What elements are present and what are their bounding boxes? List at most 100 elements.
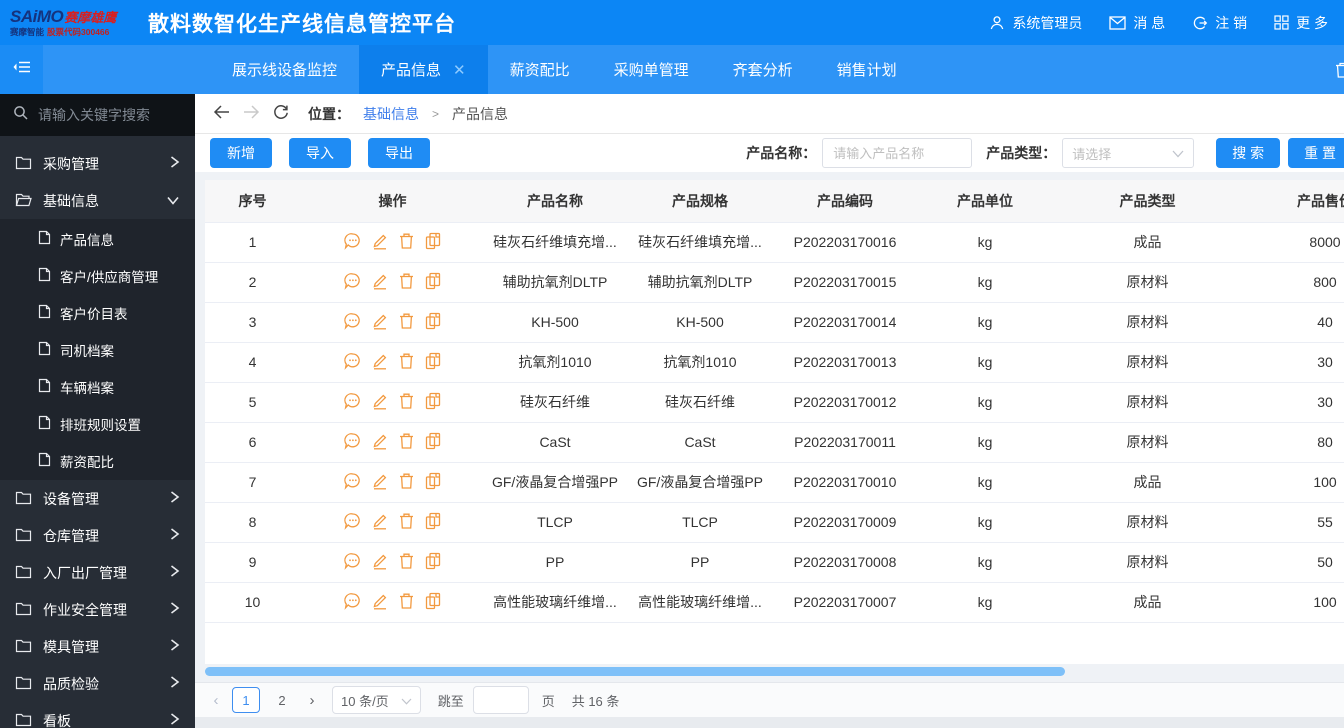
tab[interactable]: 展示线设备监控 <box>210 45 359 94</box>
edit-icon[interactable] <box>371 432 389 450</box>
prev-page-icon[interactable]: ‹ <box>209 692 223 709</box>
more-button[interactable]: 更 多 <box>1274 13 1328 33</box>
comment-icon[interactable] <box>343 312 362 330</box>
page-size-select[interactable]: 10 条/页 <box>332 686 421 714</box>
delete-icon[interactable] <box>398 392 415 410</box>
copy-icon[interactable] <box>424 312 442 330</box>
delete-icon[interactable] <box>398 272 415 290</box>
product-name-input[interactable] <box>822 138 972 168</box>
close-all-tabs-icon[interactable] <box>1334 61 1344 84</box>
chevron-right-icon <box>169 527 180 544</box>
delete-icon[interactable] <box>398 312 415 330</box>
edit-icon[interactable] <box>371 512 389 530</box>
comment-icon[interactable] <box>343 592 362 610</box>
delete-icon[interactable] <box>398 472 415 490</box>
breadcrumb-parent-link[interactable]: 基础信息 <box>363 104 419 124</box>
tab[interactable]: 产品信息 ✕ <box>359 45 488 94</box>
cell-product-spec: KH-500 <box>625 302 775 342</box>
product-type-select[interactable]: 请选择 <box>1062 138 1194 168</box>
cell-actions <box>300 542 485 582</box>
copy-icon[interactable] <box>424 472 442 490</box>
column-header: 产品售价 <box>1240 180 1344 222</box>
sidebar-menu-group[interactable]: 仓库管理 <box>0 517 195 554</box>
comment-icon[interactable] <box>343 432 362 450</box>
copy-icon[interactable] <box>424 552 442 570</box>
edit-icon[interactable] <box>371 552 389 570</box>
comment-icon[interactable] <box>343 392 362 410</box>
chevron-right-icon <box>169 490 180 507</box>
cell-product-name: KH-500 <box>485 302 625 342</box>
add-button[interactable]: 新增 <box>210 138 272 168</box>
sidebar-menu-item[interactable]: 司机档案 <box>0 331 195 368</box>
copy-icon[interactable] <box>424 232 442 250</box>
document-icon <box>38 452 51 470</box>
sidebar-menu-item[interactable]: 客户/供应商管理 <box>0 257 195 294</box>
edit-icon[interactable] <box>371 392 389 410</box>
copy-icon[interactable] <box>424 352 442 370</box>
sidebar-menu-group[interactable]: 设备管理 <box>0 480 195 517</box>
sidebar-menu-group[interactable]: 入厂出厂管理 <box>0 554 195 591</box>
page-number-1[interactable]: 1 <box>232 687 260 713</box>
sidebar-menu-group[interactable]: 品质检验 <box>0 665 195 702</box>
comment-icon[interactable] <box>343 352 362 370</box>
sidebar-menu-group[interactable]: 作业安全管理 <box>0 591 195 628</box>
sidebar-menu-group[interactable]: 模具管理 <box>0 628 195 665</box>
copy-icon[interactable] <box>424 592 442 610</box>
edit-icon[interactable] <box>371 352 389 370</box>
import-button[interactable]: 导入 <box>289 138 351 168</box>
tab-close-icon[interactable]: ✕ <box>453 61 466 79</box>
sidebar-menu-item[interactable]: 产品信息 <box>0 220 195 257</box>
refresh-icon[interactable] <box>273 104 289 123</box>
edit-icon[interactable] <box>371 272 389 290</box>
comment-icon[interactable] <box>343 232 362 250</box>
sidebar-menu-group[interactable]: 看板 <box>0 702 195 728</box>
tab[interactable]: 齐套分析 <box>711 45 815 94</box>
sidebar-menu-item[interactable]: 车辆档案 <box>0 368 195 405</box>
tab[interactable]: 采购单管理 <box>592 45 711 94</box>
user-menu[interactable]: 系统管理员 <box>989 13 1082 33</box>
tab[interactable]: 销售计划 <box>815 45 919 94</box>
scrollbar-thumb[interactable] <box>205 667 1065 676</box>
search-icon <box>13 105 29 126</box>
cell-product-code: P202203170007 <box>775 582 915 622</box>
edit-icon[interactable] <box>371 232 389 250</box>
copy-icon[interactable] <box>424 272 442 290</box>
comment-icon[interactable] <box>343 472 362 490</box>
edit-icon[interactable] <box>371 472 389 490</box>
sidebar-menu-group[interactable]: 采购管理 <box>0 145 195 182</box>
tab[interactable]: 薪资配比 <box>488 45 592 94</box>
sidebar-menu-item[interactable]: 客户价目表 <box>0 294 195 331</box>
delete-icon[interactable] <box>398 232 415 250</box>
comment-icon[interactable] <box>343 512 362 530</box>
back-icon[interactable] <box>213 105 230 122</box>
edit-icon[interactable] <box>371 312 389 330</box>
reset-button[interactable]: 重 置 <box>1288 138 1344 168</box>
delete-icon[interactable] <box>398 432 415 450</box>
search-button[interactable]: 搜 索 <box>1216 138 1280 168</box>
messages-button[interactable]: 消 息 <box>1109 13 1165 33</box>
forward-icon[interactable] <box>243 105 260 122</box>
export-button[interactable]: 导出 <box>368 138 430 168</box>
sidebar-search-input[interactable] <box>38 107 182 123</box>
jump-page-input[interactable] <box>473 686 529 714</box>
comment-icon[interactable] <box>343 552 362 570</box>
comment-icon[interactable] <box>343 272 362 290</box>
table-row: 1 硅灰石纤维填充增... 硅灰石纤维填充增... P202203170016 … <box>205 222 1344 262</box>
sidebar-menu-item[interactable]: 薪资配比 <box>0 442 195 479</box>
cell-product-type: 成品 <box>1055 222 1240 262</box>
jump-label: 跳至 <box>438 691 464 710</box>
sidebar-menu-group[interactable]: 基础信息 <box>0 182 195 219</box>
delete-icon[interactable] <box>398 352 415 370</box>
sidebar-menu-item[interactable]: 排班规则设置 <box>0 405 195 442</box>
page-number-2[interactable]: 2 <box>268 687 296 713</box>
delete-icon[interactable] <box>398 592 415 610</box>
copy-icon[interactable] <box>424 512 442 530</box>
delete-icon[interactable] <box>398 552 415 570</box>
edit-icon[interactable] <box>371 592 389 610</box>
copy-icon[interactable] <box>424 392 442 410</box>
copy-icon[interactable] <box>424 432 442 450</box>
logout-button[interactable]: 注 销 <box>1192 13 1247 33</box>
sidebar-collapse-button[interactable] <box>0 45 43 94</box>
next-page-icon[interactable]: › <box>305 692 319 709</box>
delete-icon[interactable] <box>398 512 415 530</box>
